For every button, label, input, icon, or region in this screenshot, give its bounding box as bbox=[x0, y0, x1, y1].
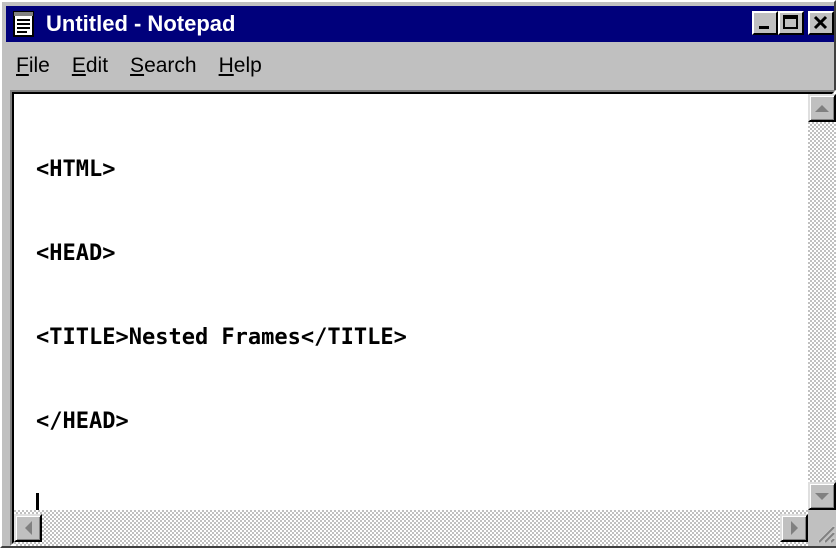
scroll-left-button[interactable] bbox=[14, 514, 42, 542]
arrow-down-icon bbox=[815, 492, 829, 500]
maximize-icon bbox=[783, 15, 798, 29]
close-button[interactable] bbox=[808, 11, 834, 35]
maximize-button[interactable] bbox=[778, 11, 804, 35]
arrow-right-icon bbox=[790, 521, 798, 535]
size-grip[interactable] bbox=[808, 510, 836, 546]
minimize-icon bbox=[759, 26, 769, 29]
text-editor[interactable]: <HTML> <HEAD> <TITLE>Nested Frames</TITL… bbox=[14, 94, 808, 510]
menu-file[interactable]: File bbox=[16, 52, 50, 80]
caption-buttons bbox=[752, 11, 834, 35]
text-line: <HEAD> bbox=[36, 241, 116, 266]
menu-edit[interactable]: Edit bbox=[72, 52, 108, 80]
arrow-left-icon bbox=[24, 521, 32, 535]
close-icon bbox=[813, 15, 828, 30]
window-title: Untitled - Notepad bbox=[46, 11, 236, 36]
menu-bar: File Edit Search Help bbox=[6, 46, 834, 86]
resize-grip-icon bbox=[817, 525, 835, 543]
scroll-up-button[interactable] bbox=[808, 94, 836, 122]
notepad-window: Untitled - Notepad File Edit Search Help… bbox=[0, 0, 836, 548]
minimize-button[interactable] bbox=[752, 11, 778, 35]
caret-line bbox=[36, 492, 808, 510]
menu-search[interactable]: Search bbox=[130, 52, 197, 80]
text-line: <TITLE>Nested Frames</TITLE> bbox=[36, 325, 407, 350]
text-line: </HEAD> bbox=[36, 409, 129, 434]
title-bar[interactable]: Untitled - Notepad bbox=[6, 6, 834, 42]
text-line: <HTML> bbox=[36, 157, 116, 182]
scroll-down-button[interactable] bbox=[808, 482, 836, 510]
arrow-up-icon bbox=[815, 104, 829, 112]
notepad-icon[interactable] bbox=[10, 10, 38, 38]
text-caret bbox=[36, 493, 39, 510]
vertical-scrollbar[interactable] bbox=[808, 94, 836, 510]
menu-help[interactable]: Help bbox=[219, 52, 262, 80]
horizontal-scrollbar[interactable] bbox=[14, 510, 808, 546]
editor-inner: <HTML> <HEAD> <TITLE>Nested Frames</TITL… bbox=[12, 92, 836, 546]
scroll-right-button[interactable] bbox=[780, 514, 808, 542]
editor-frame: <HTML> <HEAD> <TITLE>Nested Frames</TITL… bbox=[10, 90, 836, 546]
